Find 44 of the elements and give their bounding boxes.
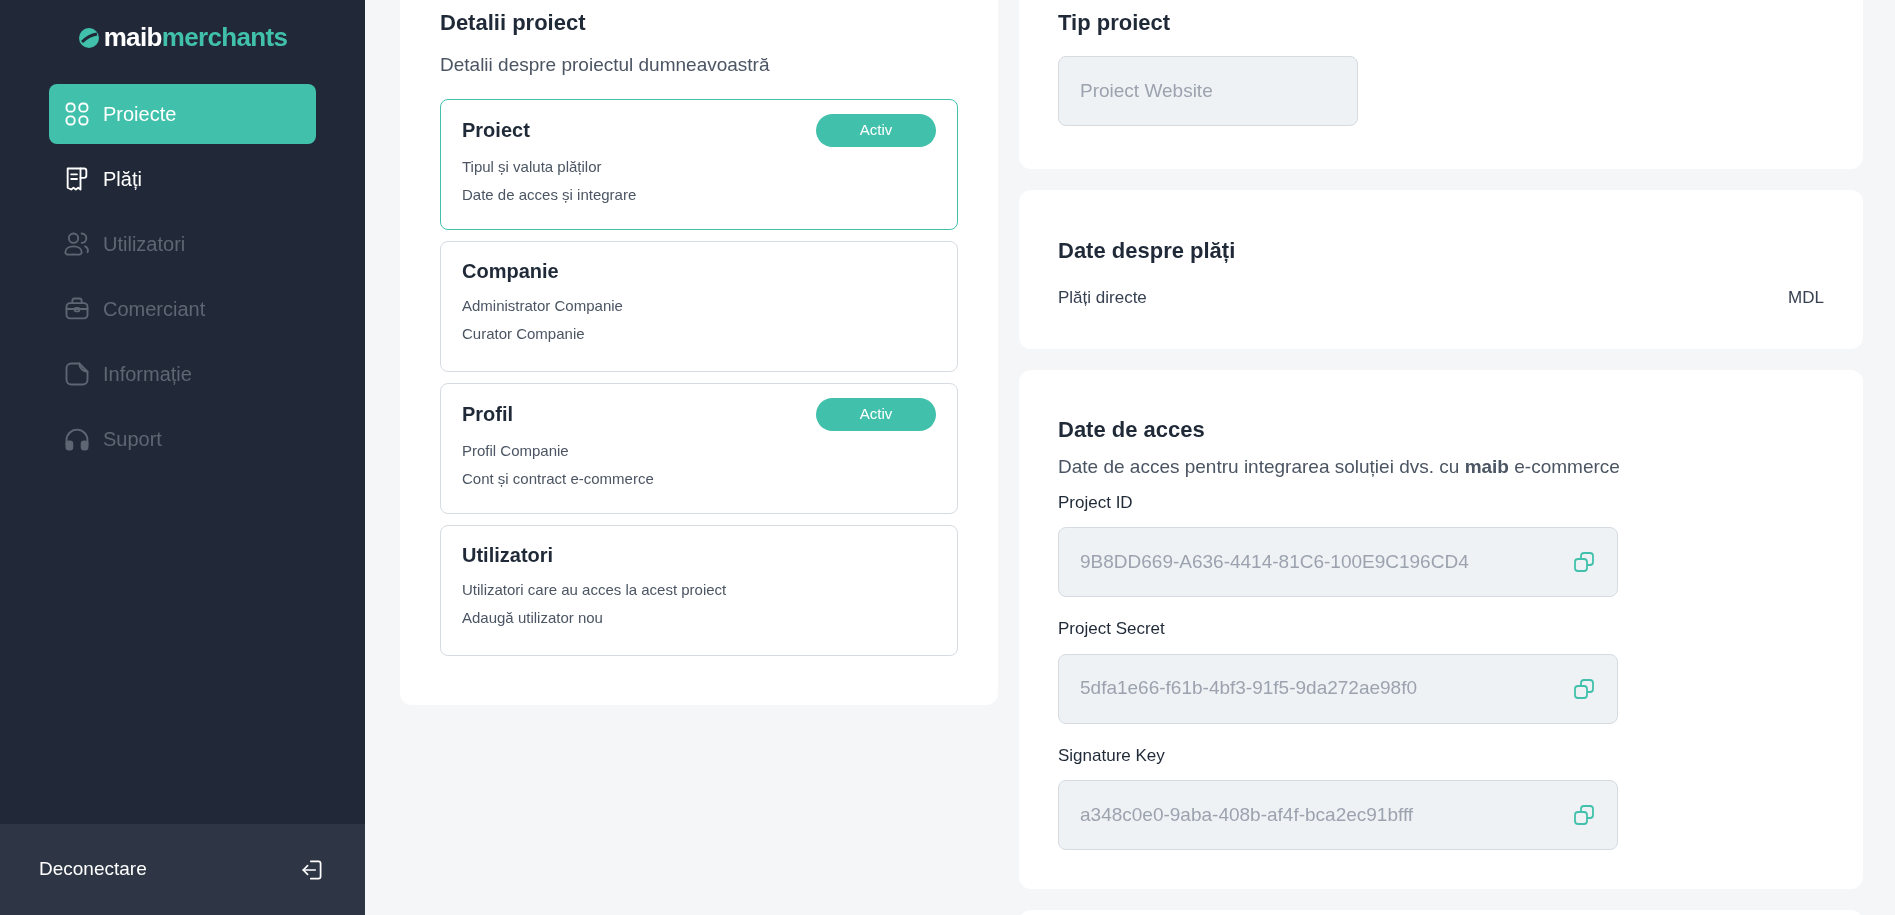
credential-field: 9B8DD669-A636-4414-81C6-100E9C196CD4 <box>1058 527 1618 597</box>
field-label: Project Secret <box>1058 618 1166 640</box>
section-description: Date de acces pentru integrarea soluției dvs. cu maib e-commerce <box>1058 455 1621 479</box>
logout-label[interactable]: Deconectare <box>39 855 147 884</box>
section-title: Detalii proiect <box>440 9 587 37</box>
section-card-title: Profil <box>462 402 514 427</box>
status-badge: Activ <box>816 397 936 431</box>
logo-text: merchants <box>161 21 288 54</box>
section-card-title: Companie <box>462 258 559 284</box>
copy-icon[interactable] <box>1572 803 1596 827</box>
logo-text: maib <box>103 21 162 54</box>
credential-field: 5dfa1e66-f61b-4bf3-91f5-9da272ae98f0 <box>1058 653 1618 724</box>
copy-icon[interactable] <box>1572 676 1596 701</box>
section-title: Tip proiect <box>1058 9 1172 37</box>
project-type-field: Proiect Website <box>1058 56 1358 126</box>
note-icon <box>63 360 91 388</box>
users-icon <box>63 230 91 258</box>
section-card-title: Utilizatori <box>462 542 554 568</box>
section-card[interactable]: Proiect Activ Tipul și valuta plăților Date de acces și integrare <box>440 98 958 230</box>
section-card[interactable]: Companie Administrator Companie Curator Companie <box>440 240 958 372</box>
section-title: Date de acces <box>1058 416 1206 444</box>
section-card-line: Utilizatori care au acces la acest proiect <box>462 579 728 599</box>
grid-icon <box>63 100 91 128</box>
section-card-line: Profil Companie <box>462 440 570 460</box>
copy-icon[interactable] <box>1572 550 1596 574</box>
payment-type: Plăți directe <box>1058 287 1147 309</box>
section-title: Date despre plăți <box>1058 237 1237 265</box>
section-subtitle: Detalii despre proiectul dumneavoastră <box>440 53 771 77</box>
section-card-line: Administrator Companie <box>462 295 624 315</box>
section-card-line: Cont și contract e-commerce <box>462 468 655 488</box>
leaf-logo-icon <box>77 26 100 49</box>
section-card[interactable]: Profil Activ Profil Companie Cont și contract e-commerce <box>440 382 958 514</box>
currency: MDL <box>1788 287 1824 309</box>
field-label: Project ID <box>1058 491 1134 514</box>
section-card[interactable]: Utilizatori Utilizatori care au acces la acest proiect Adaugă utilizator nou <box>440 524 958 656</box>
section-card-title: Proiect <box>462 118 530 143</box>
nav-item[interactable]: Plăți <box>49 149 316 209</box>
status-badge: Activ <box>816 113 936 147</box>
credential-field: a348c0e0-9aba-408b-af4f-bca2ec91bfff <box>1058 780 1618 850</box>
section-card-line: Adaugă utilizator nou <box>462 607 604 627</box>
section-card-line: Tipul și valuta plăților <box>462 156 603 176</box>
section-card-line: Curator Companie <box>462 323 586 343</box>
section-card-line: Date de acces și integrare <box>462 184 638 204</box>
field-label: Signature Key <box>1058 744 1166 767</box>
